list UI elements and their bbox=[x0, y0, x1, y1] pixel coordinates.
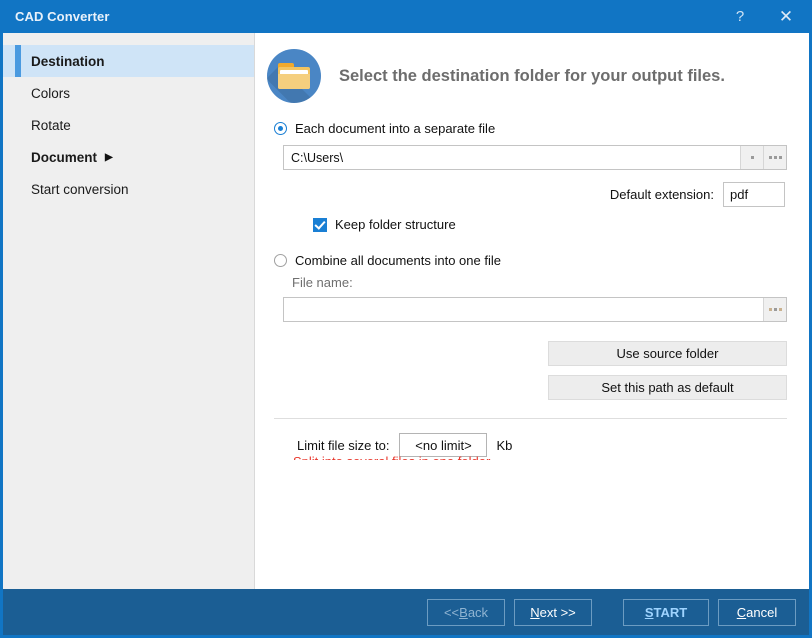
window-controls: ? ✕ bbox=[717, 0, 809, 33]
radio-label: Combine all documents into one file bbox=[295, 253, 501, 268]
clipped-warning-text: Split into several files in one folder bbox=[293, 455, 529, 460]
sidebar-item-label: Destination bbox=[31, 54, 105, 69]
limit-file-size-unit: Kb bbox=[496, 438, 512, 453]
file-name-field[interactable] bbox=[283, 297, 787, 322]
keep-folder-structure-checkbox[interactable]: Keep folder structure bbox=[313, 217, 787, 232]
window-title: CAD Converter bbox=[3, 9, 109, 24]
sidebar-item-colors[interactable]: Colors bbox=[3, 77, 254, 109]
sidebar-item-document[interactable]: Document ▶ bbox=[3, 141, 254, 173]
cancel-button[interactable]: Cancel bbox=[718, 599, 796, 626]
limit-file-size-label: Limit file size to: bbox=[297, 438, 389, 453]
use-source-folder-button[interactable]: Use source folder bbox=[548, 341, 787, 366]
radio-indicator[interactable] bbox=[274, 122, 287, 135]
path-action-buttons: Use source folder Set this path as defau… bbox=[274, 341, 787, 400]
content-panel: Select the destination folder for your o… bbox=[255, 33, 809, 589]
radio-each-document[interactable]: Each document into a separate file bbox=[274, 121, 787, 136]
page-title: Select the destination folder for your o… bbox=[339, 67, 725, 86]
default-extension-label: Default extension: bbox=[610, 187, 714, 202]
close-icon[interactable]: ✕ bbox=[763, 0, 809, 33]
combine-option-block: Combine all documents into one file File… bbox=[274, 253, 787, 322]
cad-converter-window: CAD Converter ? ✕ Destination Colors Rot… bbox=[0, 0, 812, 638]
back-button[interactable]: << Back bbox=[427, 599, 505, 626]
path-dot-button[interactable] bbox=[740, 146, 763, 169]
file-name-browse-button[interactable] bbox=[763, 298, 786, 321]
next-button[interactable]: Next >> bbox=[514, 599, 592, 626]
page-header: Select the destination folder for your o… bbox=[255, 33, 809, 103]
radio-label: Each document into a separate file bbox=[295, 121, 495, 136]
path-browse-button[interactable] bbox=[763, 146, 786, 169]
set-path-default-button[interactable]: Set this path as default bbox=[548, 375, 787, 400]
sidebar-item-start-conversion[interactable]: Start conversion bbox=[3, 173, 254, 205]
title-bar: CAD Converter ? ✕ bbox=[3, 0, 809, 33]
footer-button-bar: << Back Next >> START Cancel bbox=[3, 589, 809, 635]
default-extension-row: Default extension: pdf bbox=[274, 182, 787, 207]
checkbox-indicator[interactable] bbox=[313, 218, 327, 232]
destination-path-field[interactable]: C:\Users\ bbox=[283, 145, 787, 170]
destination-path-value[interactable]: C:\Users\ bbox=[284, 151, 740, 165]
limit-file-size-row: Limit file size to: <no limit> Kb Split … bbox=[274, 433, 787, 457]
limit-file-size-input[interactable]: <no limit> bbox=[399, 433, 487, 457]
folder-icon bbox=[267, 49, 321, 103]
sidebar-item-label: Rotate bbox=[31, 118, 71, 133]
start-button[interactable]: START bbox=[623, 599, 709, 626]
sidebar-item-label: Document bbox=[31, 150, 97, 165]
help-icon[interactable]: ? bbox=[717, 0, 763, 33]
radio-indicator[interactable] bbox=[274, 254, 287, 267]
checkbox-label: Keep folder structure bbox=[335, 217, 456, 232]
sidebar-item-label: Start conversion bbox=[31, 182, 129, 197]
chevron-right-icon: ▶ bbox=[105, 152, 113, 163]
sidebar-item-destination[interactable]: Destination bbox=[3, 45, 254, 77]
sidebar: Destination Colors Rotate Document ▶ Sta… bbox=[3, 33, 255, 589]
divider bbox=[274, 418, 787, 419]
file-name-label: File name: bbox=[292, 275, 787, 290]
radio-combine-documents[interactable]: Combine all documents into one file bbox=[274, 253, 787, 268]
options-area: Each document into a separate file C:\Us… bbox=[255, 103, 809, 457]
sidebar-item-rotate[interactable]: Rotate bbox=[3, 109, 254, 141]
window-body: Destination Colors Rotate Document ▶ Sta… bbox=[3, 33, 809, 589]
sidebar-item-label: Colors bbox=[31, 86, 70, 101]
default-extension-input[interactable]: pdf bbox=[723, 182, 785, 207]
